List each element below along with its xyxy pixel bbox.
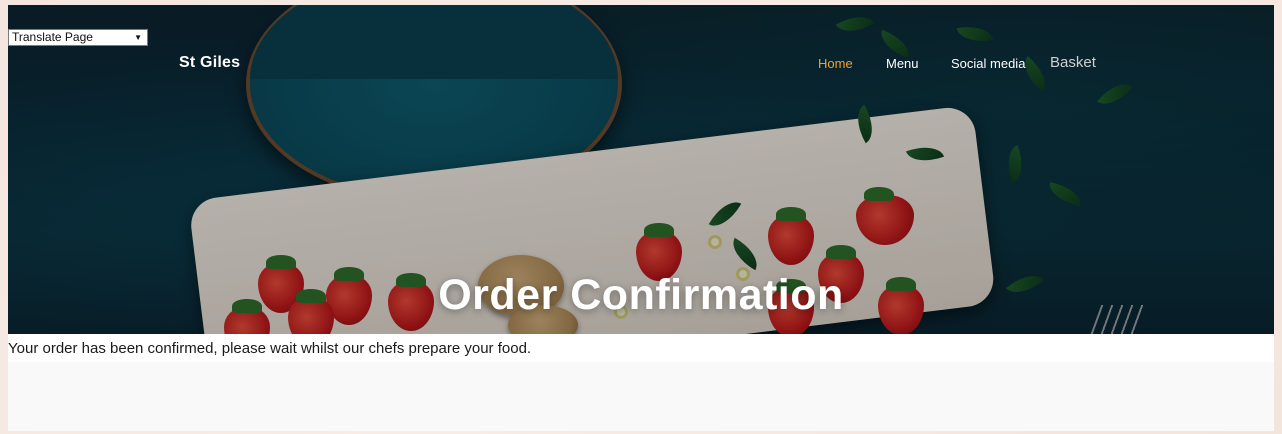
brand-logo[interactable]: St Giles: [179, 54, 240, 72]
nav-item-menu[interactable]: Menu: [886, 56, 919, 71]
confirmation-message: Your order has been confirmed, please wa…: [8, 340, 532, 357]
hero-banner: Translate Page ▼ St Giles Home Menu Soci…: [8, 5, 1274, 334]
nav-item-social-media[interactable]: Social media: [951, 56, 1025, 71]
translate-select-value: Translate Page: [12, 30, 93, 44]
nav-item-basket[interactable]: Basket: [1050, 54, 1096, 71]
nav-item-home[interactable]: Home: [818, 56, 853, 71]
translate-page-select[interactable]: Translate Page ▼: [8, 29, 148, 46]
page-title: Order Confirmation: [438, 271, 844, 319]
page-frame: Translate Page ▼ St Giles Home Menu Soci…: [8, 5, 1274, 431]
chevron-down-icon: ▼: [134, 33, 142, 42]
